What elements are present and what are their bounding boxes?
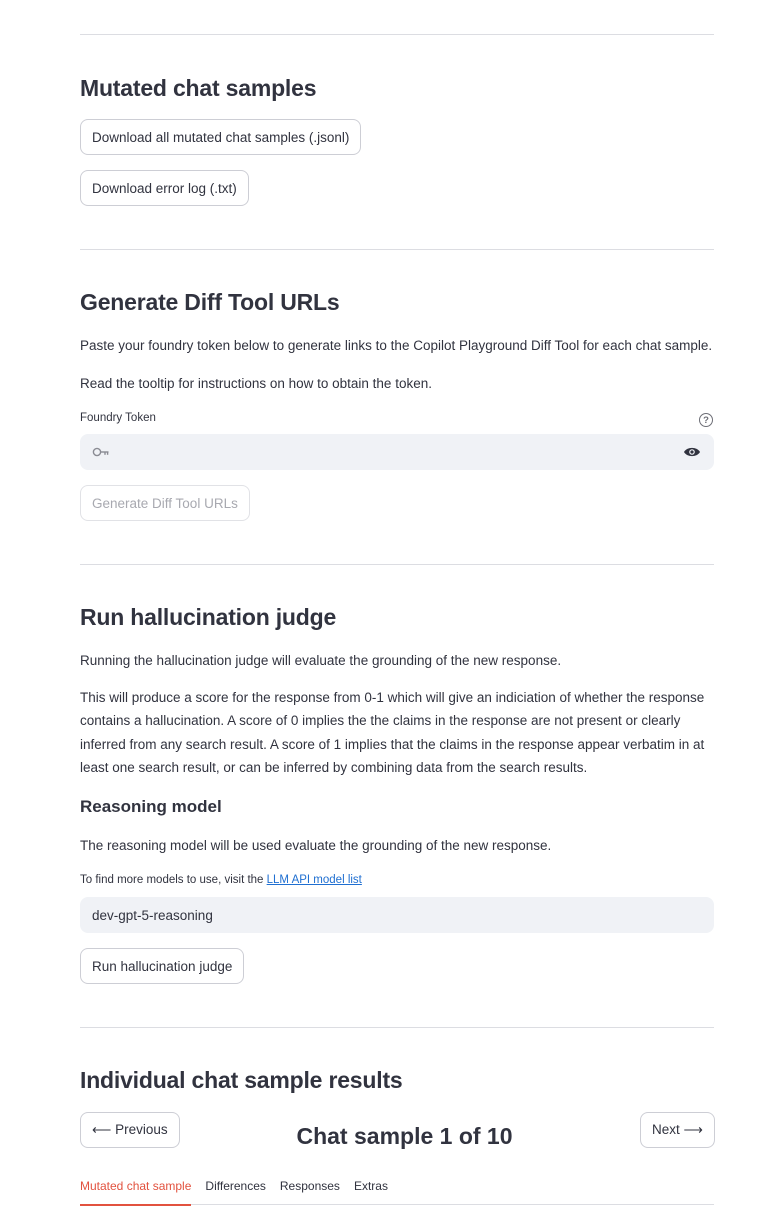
tab-extras[interactable]: Extras bbox=[354, 1175, 388, 1205]
download-all-button[interactable]: Download all mutated chat samples (.json… bbox=[80, 119, 362, 155]
foundry-token-input[interactable] bbox=[116, 444, 682, 460]
tab-mutated-chat-sample[interactable]: Mutated chat sample bbox=[80, 1175, 192, 1206]
tab-responses[interactable]: Responses bbox=[280, 1175, 340, 1205]
help-icon[interactable]: ? bbox=[699, 413, 713, 427]
reasoning-model-heading: Reasoning model bbox=[80, 797, 222, 816]
reasoning-model-field bbox=[80, 897, 714, 933]
foundry-token-label: Foundry Token bbox=[80, 412, 156, 424]
model-list-hint: To find more models to use, visit the LL… bbox=[80, 874, 362, 886]
eye-icon[interactable] bbox=[682, 442, 702, 462]
tab-differences[interactable]: Differences bbox=[205, 1175, 265, 1205]
model-list-hint-text: To find more models to use, visit the bbox=[80, 874, 267, 886]
generate-diff-urls-button[interactable]: Generate Diff Tool URLs bbox=[80, 485, 250, 521]
diff-tool-tooltip-note: Read the tooltip for instructions on how… bbox=[80, 376, 432, 391]
run-judge-button[interactable]: Run hallucination judge bbox=[80, 948, 245, 984]
divider-top bbox=[80, 34, 714, 35]
next-button[interactable]: Next ⟶ bbox=[640, 1112, 715, 1148]
diff-tool-description: Paste your foundry token below to genera… bbox=[80, 338, 713, 353]
divider-judge bbox=[80, 564, 714, 565]
mutated-heading: Mutated chat samples bbox=[80, 75, 317, 101]
results-tabs: Mutated chat sample Differences Response… bbox=[80, 1175, 714, 1206]
judge-heading: Run hallucination judge bbox=[80, 604, 337, 630]
judge-description: Running the hallucination judge will eva… bbox=[80, 653, 562, 668]
judge-score-explanation: This will produce a score for the respon… bbox=[80, 690, 705, 775]
reasoning-model-description: The reasoning model will be used evaluat… bbox=[80, 838, 552, 853]
foundry-token-field bbox=[80, 434, 714, 470]
reasoning-model-input[interactable] bbox=[92, 907, 702, 923]
diff-tool-heading: Generate Diff Tool URLs bbox=[80, 289, 340, 315]
divider-results bbox=[80, 1027, 714, 1028]
download-error-log-button[interactable]: Download error log (.txt) bbox=[80, 170, 249, 206]
llm-api-model-list-link[interactable]: LLM API model list bbox=[267, 874, 362, 886]
results-heading: Individual chat sample results bbox=[80, 1067, 403, 1093]
key-icon bbox=[92, 446, 110, 458]
divider-diff bbox=[80, 249, 714, 250]
